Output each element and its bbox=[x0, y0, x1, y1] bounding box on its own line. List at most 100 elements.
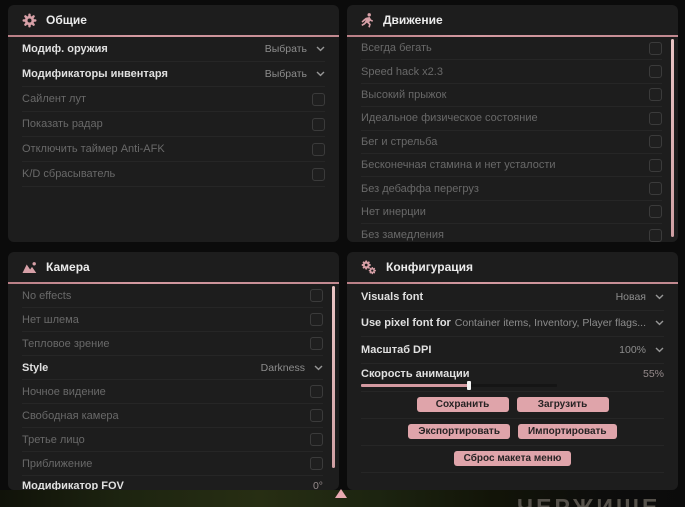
setting-label: Style bbox=[22, 361, 49, 374]
animation-speed-slider[interactable] bbox=[361, 380, 557, 390]
setting-row: Всегда бегать bbox=[361, 37, 662, 61]
setting-label: Без замедления bbox=[361, 229, 444, 242]
checkbox[interactable] bbox=[649, 135, 662, 149]
checkbox[interactable] bbox=[649, 41, 662, 55]
setting-label: Без дебаффа перегруз bbox=[361, 182, 479, 195]
setting-label: Скорость анимации bbox=[361, 367, 470, 380]
setting-label: Модиф. оружия bbox=[22, 43, 108, 55]
setting-row: Приближение bbox=[22, 452, 323, 476]
setting-row: Без замедления bbox=[361, 224, 662, 242]
setting-label: Масштаб DPI bbox=[361, 343, 432, 356]
dropdown[interactable]: Container items, Inventory, Player flags… bbox=[455, 317, 664, 329]
checkbox[interactable] bbox=[649, 88, 662, 102]
dropdown-value: Новая bbox=[615, 290, 646, 303]
import-button[interactable]: Импортировать bbox=[517, 423, 617, 439]
load-button[interactable]: Загрузить bbox=[516, 396, 609, 412]
setting-label: Модификаторы инвентаря bbox=[22, 68, 168, 80]
panel-header: Конфигурация bbox=[347, 252, 678, 282]
setting-label: Сайлент лут bbox=[22, 93, 86, 105]
checkbox[interactable] bbox=[312, 117, 325, 131]
scrollbar[interactable] bbox=[671, 39, 674, 237]
setting-row: Visuals font Новая bbox=[361, 284, 664, 311]
panel-title: Движение bbox=[383, 13, 443, 27]
runner-icon bbox=[361, 12, 374, 28]
chevron-down-icon bbox=[314, 364, 323, 371]
panel-camera: Камера No effects Нет шлема Тепловое зре… bbox=[8, 252, 339, 490]
setting-row: Без дебаффа перегруз bbox=[361, 177, 662, 201]
chevron-down-icon bbox=[655, 347, 664, 353]
checkbox[interactable] bbox=[649, 158, 662, 172]
dropdown-value: 100% bbox=[619, 343, 646, 356]
dropdown-value: Выбрать bbox=[264, 43, 307, 55]
panel-title: Общие bbox=[46, 13, 87, 27]
setting-label: Нет инерции bbox=[361, 205, 426, 218]
setting-row: Третье лицо bbox=[22, 428, 323, 452]
setting-row: Идеальное физическое состояние bbox=[361, 107, 662, 131]
panel-header: Общие bbox=[8, 5, 339, 35]
checkbox[interactable] bbox=[312, 167, 325, 181]
setting-label: Speed hack x2.3 bbox=[361, 65, 443, 78]
chevron-down-icon bbox=[655, 294, 664, 300]
setting-row: Масштаб DPI 100% bbox=[361, 337, 664, 364]
dropdown-value: Darkness bbox=[260, 361, 305, 374]
checkbox[interactable] bbox=[310, 433, 323, 446]
checkbox[interactable] bbox=[310, 385, 323, 398]
checkbox[interactable] bbox=[649, 111, 662, 125]
checkbox[interactable] bbox=[312, 142, 325, 156]
slider-handle[interactable] bbox=[466, 380, 471, 390]
export-button[interactable]: Экспортировать bbox=[408, 423, 510, 439]
setting-label: K/D сбрасыватель bbox=[22, 168, 116, 180]
setting-label: Третье лицо bbox=[22, 433, 85, 446]
setting-label: Приближение bbox=[22, 457, 93, 470]
setting-row: Ночное видение bbox=[22, 380, 323, 404]
chevron-down-icon bbox=[316, 46, 325, 52]
dropdown[interactable]: Новая bbox=[616, 291, 664, 303]
checkbox[interactable] bbox=[649, 228, 662, 242]
checkbox[interactable] bbox=[310, 289, 323, 302]
setting-row: Use pixel font for Container items, Inve… bbox=[361, 311, 664, 337]
cursor-icon bbox=[335, 489, 347, 498]
setting-row: Style Darkness bbox=[22, 356, 323, 380]
dropdown-value: Выбрать bbox=[264, 68, 307, 80]
chevron-down-icon bbox=[316, 71, 325, 77]
panel-header: Камера bbox=[8, 252, 339, 282]
checkbox[interactable] bbox=[649, 205, 662, 219]
save-button[interactable]: Сохранить bbox=[416, 396, 509, 412]
setting-label: Всегда бегать bbox=[361, 42, 432, 55]
setting-row: Speed hack x2.3 bbox=[361, 60, 662, 84]
setting-row: Модиф. оружия Выбрать bbox=[22, 37, 325, 62]
setting-label: Идеальное физическое состояние bbox=[361, 112, 538, 125]
scrollbar[interactable] bbox=[332, 286, 335, 468]
dropdown[interactable]: 100% bbox=[619, 344, 664, 356]
setting-row: Тепловое зрение bbox=[22, 332, 323, 356]
checkbox[interactable] bbox=[310, 313, 323, 326]
setting-row: Модификатор FOV 0° bbox=[22, 476, 323, 490]
checkbox[interactable] bbox=[649, 65, 662, 79]
setting-label: Отключить таймер Anti-AFK bbox=[22, 143, 165, 155]
checkbox[interactable] bbox=[312, 92, 325, 106]
setting-label: No effects bbox=[22, 289, 72, 302]
reset-menu-layout-button[interactable]: Сброс макета меню bbox=[453, 450, 572, 466]
dropdown[interactable]: Выбрать bbox=[265, 43, 325, 55]
setting-label: Use pixel font for bbox=[361, 317, 451, 330]
setting-label: Модификатор FOV bbox=[22, 480, 124, 490]
setting-label: Visuals font bbox=[361, 290, 424, 303]
button-row: Экспортировать Импортировать bbox=[361, 419, 664, 446]
slider-fill bbox=[361, 380, 471, 390]
panel-title: Конфигурация bbox=[386, 260, 474, 274]
button-row: Сохранить Загрузить bbox=[361, 392, 664, 419]
gear-icon bbox=[22, 12, 37, 28]
checkbox[interactable] bbox=[310, 337, 323, 350]
panel-general: Общие Модиф. оружия Выбрать Модификаторы… bbox=[8, 5, 339, 242]
slider-value: 55% bbox=[642, 367, 664, 380]
setting-label: Тепловое зрение bbox=[22, 337, 110, 350]
checkbox[interactable] bbox=[310, 409, 323, 422]
dropdown[interactable]: Выбрать bbox=[265, 68, 325, 80]
screen: ЧЕРЖИШЕ Общие Модиф. оружия Выбрать Моди… bbox=[0, 0, 685, 507]
setting-label: Бесконечная стамина и нет усталости bbox=[361, 159, 556, 172]
checkbox[interactable] bbox=[310, 457, 323, 470]
dropdown[interactable]: Darkness bbox=[261, 362, 323, 374]
setting-row: Бесконечная стамина и нет усталости bbox=[361, 154, 662, 178]
setting-row: Нет шлема bbox=[22, 308, 323, 332]
checkbox[interactable] bbox=[649, 182, 662, 196]
